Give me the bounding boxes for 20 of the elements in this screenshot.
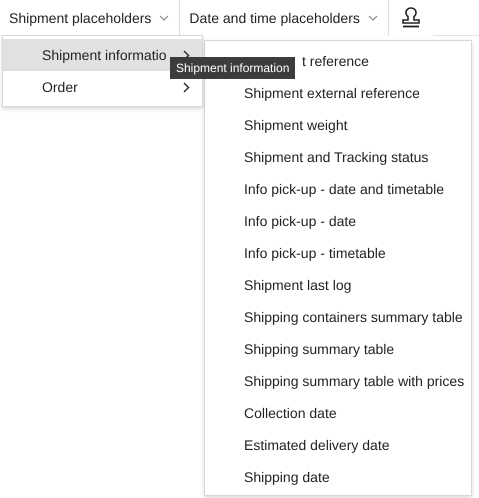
submenu-item[interactable]: Shipment and Tracking status — [205, 141, 471, 173]
chevron-down-icon — [368, 15, 378, 21]
toolbar-dropdown[interactable]: Shipment placeholders — [0, 0, 180, 36]
chevron-down-icon — [159, 15, 170, 21]
submenu-item[interactable]: Info pick-up - timetable — [205, 237, 471, 269]
submenu-item[interactable]: Shipping summary table — [205, 333, 471, 365]
submenu-item[interactable]: Shipment last log — [205, 269, 471, 301]
submenu-item[interactable]: Collection date — [205, 397, 471, 429]
submenu-item[interactable]: Shipping date — [205, 461, 471, 493]
submenu-item[interactable]: Shipment external reference — [205, 77, 471, 109]
submenu-item[interactable]: Estimated delivery date — [205, 429, 471, 461]
submenu-item[interactable]: Info pick-up - date and timetable — [205, 173, 471, 205]
submenu-item[interactable]: Shipment weight — [205, 109, 471, 141]
submenu-item[interactable]: Shipping summary table with prices — [205, 365, 471, 397]
chevron-right-icon — [183, 82, 190, 92]
menu-item-label: Order — [42, 79, 78, 95]
tooltip: Shipment information — [170, 57, 296, 79]
submenu-item[interactable]: Shipping containers summary table — [205, 301, 471, 333]
menu-item-label: Shipment informatio — [42, 47, 167, 63]
submenu-item[interactable]: Info pick-up - date — [205, 205, 471, 237]
